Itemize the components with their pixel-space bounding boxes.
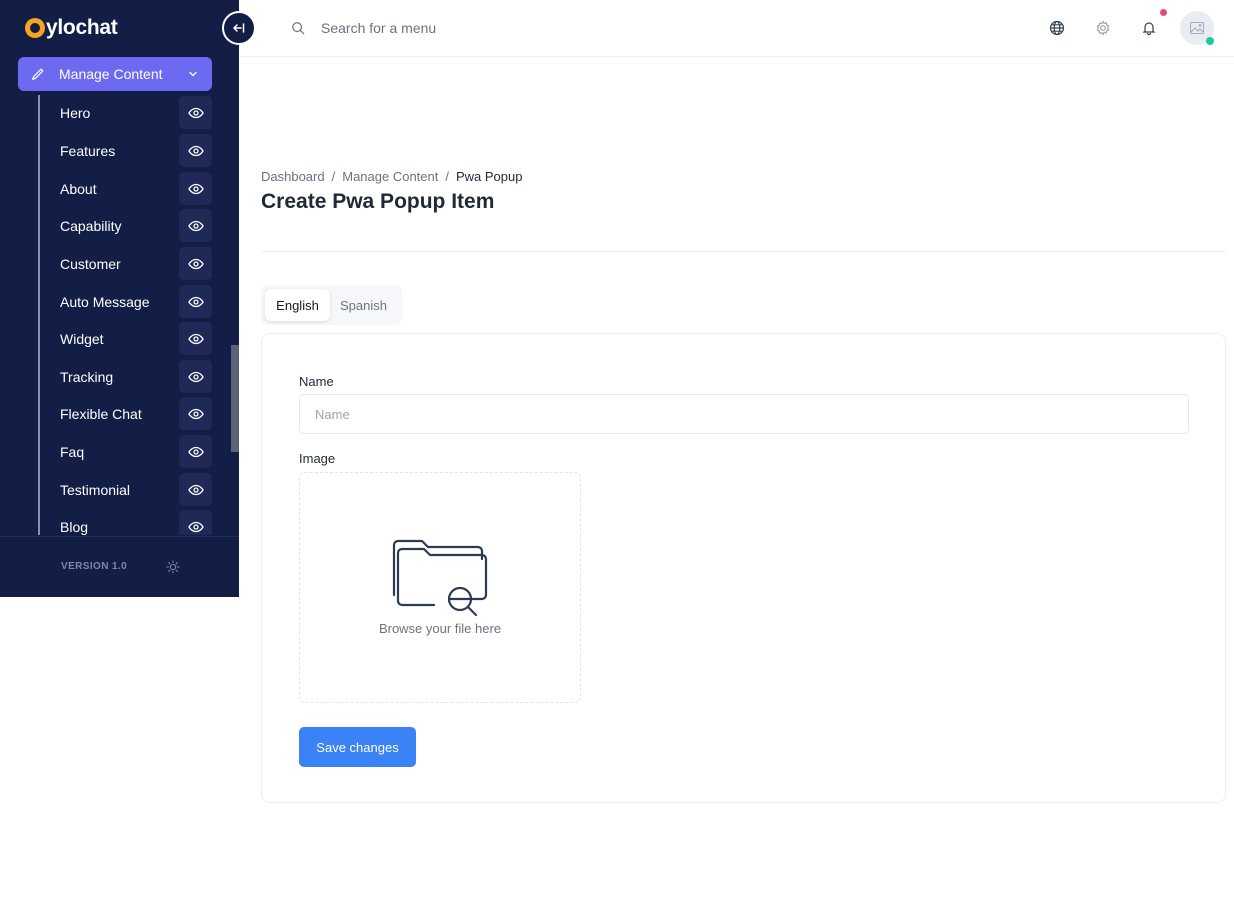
sidebar-item-label: Widget xyxy=(60,331,104,347)
sidebar-item-label: Flexible Chat xyxy=(60,406,142,422)
sidebar-item-tracking[interactable]: Tracking xyxy=(60,360,212,394)
image-label: Image xyxy=(299,451,336,466)
chevron-down-icon xyxy=(189,71,197,77)
sidebar-item-testimonial[interactable]: Testimonial xyxy=(60,473,212,507)
gear-icon[interactable] xyxy=(1095,20,1111,36)
breadcrumb-separator: / xyxy=(331,169,336,184)
eye-icon[interactable] xyxy=(179,96,212,129)
sidebar-scrollbar[interactable] xyxy=(231,345,239,452)
breadcrumb-dashboard[interactable]: Dashboard xyxy=(261,169,325,184)
folder-search-icon xyxy=(392,539,488,617)
dropzone-text: Browse your file here xyxy=(378,621,502,636)
sidebar-item-customer[interactable]: Customer xyxy=(60,247,212,281)
collapse-arrow-icon xyxy=(232,23,245,33)
brand-name: ylochat xyxy=(46,16,118,39)
form-card: Name Image Browse your file here Save ch… xyxy=(261,333,1226,803)
sidebar-item-label: Tracking xyxy=(60,369,114,385)
sidebar-footer: VERSION 1.0 xyxy=(0,536,239,597)
eye-icon[interactable] xyxy=(179,247,212,280)
sidebar-item-label: Customer xyxy=(60,256,121,272)
tab-english[interactable]: English xyxy=(265,289,330,321)
logo-mark-icon xyxy=(25,18,45,38)
eye-icon[interactable] xyxy=(179,397,212,430)
pencil-icon xyxy=(32,68,44,80)
sidebar-item-widget[interactable]: Widget xyxy=(60,322,212,356)
breadcrumb-current: Pwa Popup xyxy=(455,169,523,184)
sidebar-item-label: Capability xyxy=(60,218,122,234)
avatar-image-icon xyxy=(1190,22,1204,34)
online-status-dot xyxy=(1206,37,1214,45)
divider xyxy=(261,251,1226,252)
eye-icon[interactable] xyxy=(179,510,212,535)
sidebar-item-features[interactable]: Features xyxy=(60,134,212,168)
sidebar-item-label: Auto Message xyxy=(60,294,150,310)
eye-icon[interactable] xyxy=(179,134,212,167)
search-input[interactable] xyxy=(321,17,581,39)
image-dropzone[interactable]: Browse your file here xyxy=(299,472,581,703)
tab-spanish[interactable]: Spanish xyxy=(333,289,394,321)
sidebar-item-label: Faq xyxy=(60,444,85,460)
eye-icon[interactable] xyxy=(179,473,212,506)
sidebar-item-manage-content[interactable]: Manage Content xyxy=(18,57,212,91)
submenu-guide-line xyxy=(38,95,40,535)
save-changes-button[interactable]: Save changes xyxy=(299,727,416,767)
sidebar: ylochat Manage Content Hero Features Abo… xyxy=(0,0,239,597)
sidebar-item-flexible-chat[interactable]: Flexible Chat xyxy=(60,397,212,431)
sun-icon[interactable] xyxy=(166,560,180,574)
eye-icon[interactable] xyxy=(179,435,212,468)
sidebar-item-label: Manage Content xyxy=(59,66,163,82)
sidebar-item-label: About xyxy=(60,181,97,197)
sidebar-item-hero[interactable]: Hero xyxy=(60,96,212,130)
bell-icon[interactable] xyxy=(1141,20,1157,36)
search-icon xyxy=(292,22,305,35)
sidebar-item-auto-message[interactable]: Auto Message xyxy=(60,285,212,319)
eye-icon[interactable] xyxy=(179,322,212,355)
breadcrumb-separator: / xyxy=(445,169,449,184)
eye-icon[interactable] xyxy=(179,209,212,242)
sidebar-item-blog[interactable]: Blog xyxy=(60,510,212,535)
collapse-sidebar-button[interactable] xyxy=(222,11,256,45)
name-input[interactable] xyxy=(299,394,1189,434)
sidebar-item-label: Features xyxy=(60,143,116,159)
breadcrumb-manage-content[interactable]: Manage Content xyxy=(342,169,438,184)
sidebar-item-faq[interactable]: Faq xyxy=(60,435,212,469)
sidebar-item-label: Testimonial xyxy=(60,482,131,498)
version-label: VERSION 1.0 xyxy=(61,561,128,572)
eye-icon[interactable] xyxy=(179,172,212,205)
topbar xyxy=(239,0,1234,57)
globe-icon[interactable] xyxy=(1049,20,1065,36)
brand-logo[interactable]: ylochat xyxy=(25,14,118,42)
breadcrumb: Dashboard / Manage Content / Pwa Popup xyxy=(261,169,522,184)
language-tabs: English Spanish xyxy=(261,285,402,325)
notification-dot xyxy=(1160,9,1167,16)
name-label: Name xyxy=(299,374,334,389)
eye-icon[interactable] xyxy=(179,285,212,318)
sidebar-item-capability[interactable]: Capability xyxy=(60,209,212,243)
page-title: Create Pwa Popup Item xyxy=(261,190,495,213)
sidebar-item-label: Hero xyxy=(60,105,91,121)
sidebar-item-about[interactable]: About xyxy=(60,172,212,206)
eye-icon[interactable] xyxy=(179,360,212,393)
sidebar-item-label: Blog xyxy=(60,519,89,535)
submenu: Hero Features About Capability Customer … xyxy=(0,95,239,535)
